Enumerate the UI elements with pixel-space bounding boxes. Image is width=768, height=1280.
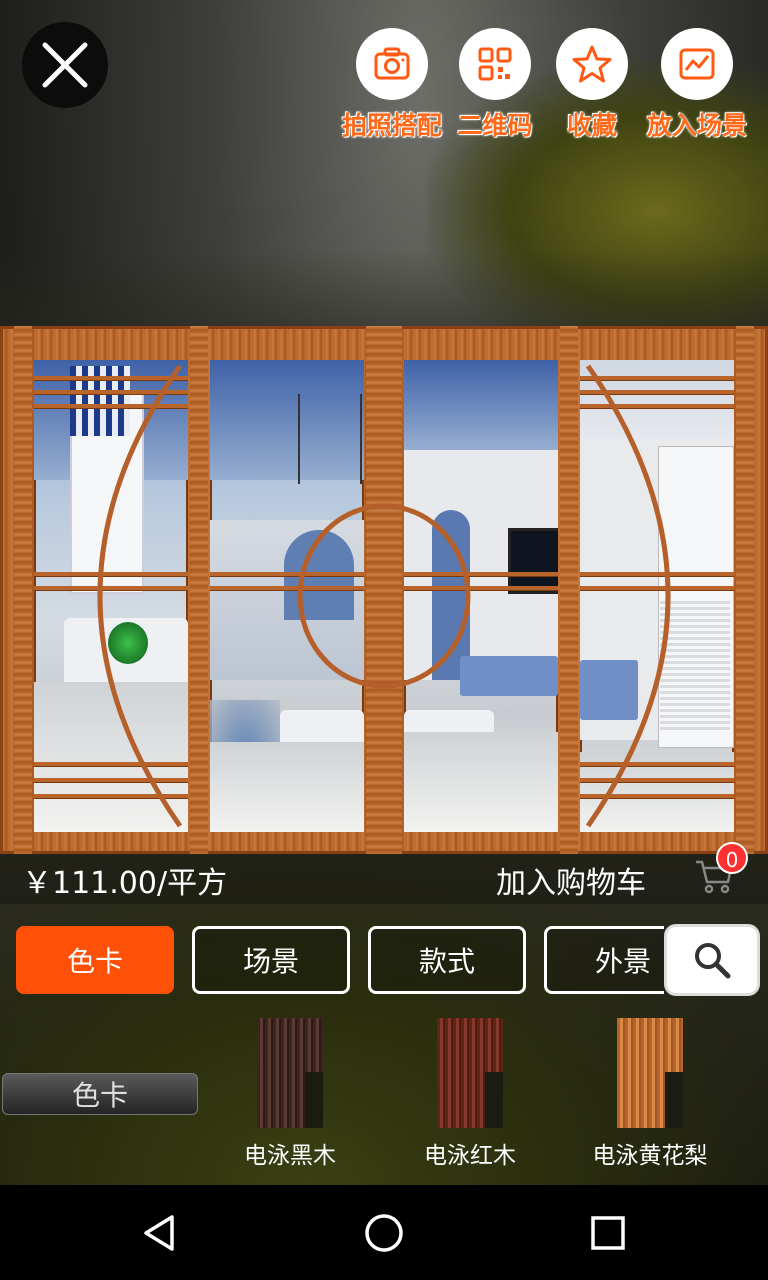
swatch-red-wood-sample <box>437 1018 503 1128</box>
swatch-name: 电泳黑木 <box>244 1143 336 1169</box>
recents-button[interactable] <box>578 1203 638 1263</box>
swatch-red-wood[interactable]: 电泳红木 <box>390 1018 550 1170</box>
door-arc-ornament <box>97 364 671 828</box>
add-to-scene-label: 放入场景 <box>646 111 747 140</box>
swatch-yellow-rosewood-sample <box>617 1018 683 1128</box>
close-icon <box>42 42 88 88</box>
home-circle-icon <box>365 1214 403 1252</box>
home-button[interactable] <box>354 1203 414 1263</box>
search-icon <box>695 943 731 979</box>
tab-scene[interactable]: 场景 <box>192 926 350 994</box>
add-to-cart-button[interactable]: 加入购物车 <box>496 858 646 902</box>
price-label: ￥111.00/平方 <box>22 866 228 901</box>
category-label: 色卡 <box>2 1073 198 1115</box>
cart-count-badge: 0 <box>716 842 748 874</box>
inner <box>485 1072 503 1128</box>
photo-match-label: 拍照搭配 <box>341 111 442 140</box>
recents-square-icon <box>591 1216 625 1250</box>
qr-code-icon <box>478 47 512 81</box>
search-button[interactable] <box>664 924 760 996</box>
tab-style[interactable]: 款式 <box>368 926 526 994</box>
swatch-name: 电泳黄花梨 <box>592 1143 708 1169</box>
qr-code-label: 二维码 <box>457 111 533 140</box>
back-button[interactable] <box>130 1203 190 1263</box>
favorite-label: 收藏 <box>566 111 617 140</box>
price-bar: ￥111.00/平方 加入购物车 <box>0 854 768 904</box>
back-triangle-icon <box>144 1215 174 1251</box>
camera-icon <box>374 47 410 80</box>
swatch-black-wood[interactable]: 电泳黑木 <box>210 1018 370 1170</box>
chart-icon <box>679 48 715 80</box>
inner <box>305 1072 323 1128</box>
swatch-yellow-rosewood[interactable]: 电泳黄花梨 <box>570 1018 730 1170</box>
favorite-button[interactable]: 收藏 <box>537 28 647 142</box>
inner <box>665 1072 683 1128</box>
tab-strip: 色卡 场景 款式 外景 <box>0 920 664 1000</box>
add-to-scene-button[interactable]: 放入场景 <box>642 28 752 142</box>
photo-match-button[interactable]: 拍照搭配 <box>337 28 447 142</box>
swatch-name: 电泳红木 <box>424 1143 516 1169</box>
door-preview <box>0 326 768 854</box>
qr-code-button[interactable]: 二维码 <box>440 28 550 142</box>
star-icon <box>572 45 612 83</box>
tab-exterior[interactable]: 外景 <box>544 926 664 994</box>
tab-color-card[interactable]: 色卡 <box>16 926 174 994</box>
close-button[interactable] <box>22 22 108 108</box>
system-navigation-bar <box>0 1185 768 1280</box>
swatch-black-wood-sample <box>257 1018 323 1128</box>
